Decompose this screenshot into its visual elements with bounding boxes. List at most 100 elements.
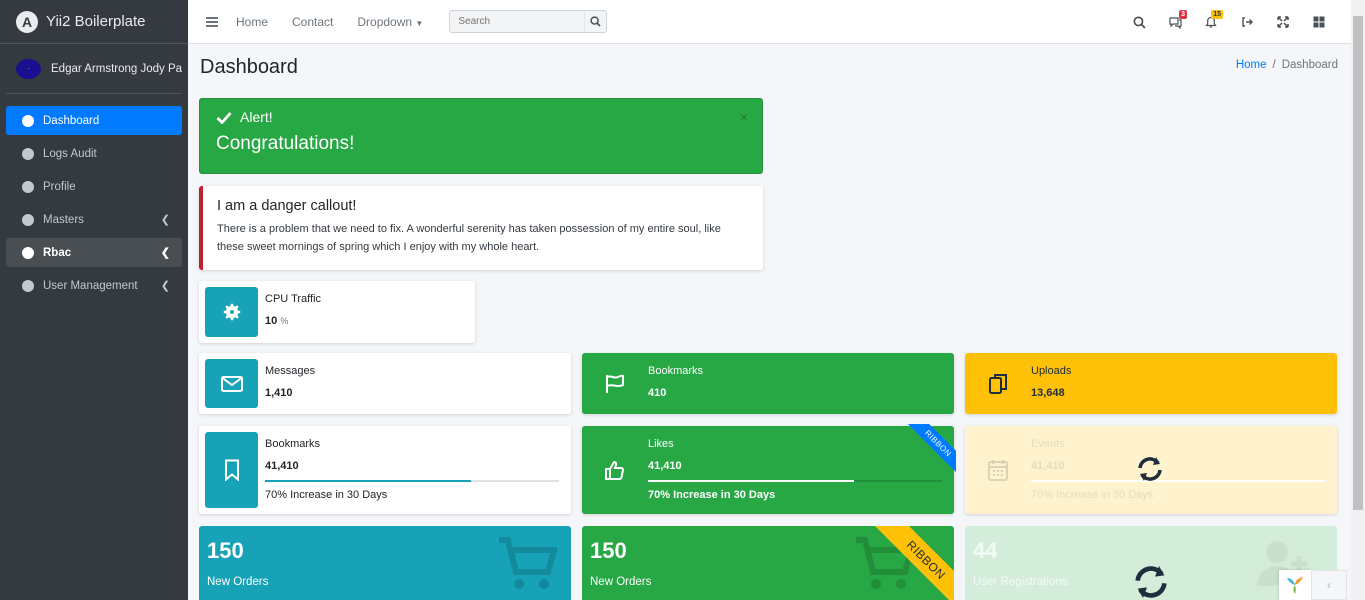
navbar-search-button[interactable] [1121,15,1157,29]
brand-logo-icon: A [16,10,38,33]
sidebar-item-label: Masters [43,213,84,226]
info-box-content: CPU Traffic 10 % [258,287,469,337]
callout-title: I am a danger callout! [217,198,357,214]
info-box-icon [205,359,258,408]
hamburger-menu-icon[interactable] [206,15,218,29]
breadcrumb-home-link[interactable]: Home [1236,59,1267,71]
success-alert: Alert! Congratulations! × [199,98,763,174]
sidebar-item-logs-audit[interactable]: Logs Audit [6,139,182,168]
check-icon [216,111,232,124]
logout-button[interactable] [1229,16,1265,28]
search-input[interactable] [450,16,585,27]
ribbon-label: RIBBON [875,526,954,600]
messages-button[interactable]: 3 [1157,9,1193,29]
info-box-number: 1,410 [265,387,293,399]
nav-link-home[interactable]: Home [236,15,268,29]
user-panel[interactable]: · Edgar Armstrong Jody Paris [6,44,182,94]
info-box-label: Likes [648,438,674,450]
info-box-number: 410 [648,387,667,399]
info-box-bookmarks-success: Bookmarks 410 [582,353,954,414]
info-box-content: Uploads 13,648 [1024,359,1331,408]
info-box-icon [588,359,641,408]
search-icon [1132,15,1146,29]
breadcrumb-current: Dashboard [1281,59,1338,71]
bookmark-icon [224,459,239,481]
chevron-left-icon: ❮ [160,280,170,292]
control-sidebar-button[interactable] [1301,16,1337,28]
notifications-button[interactable]: 15 [1193,9,1229,29]
yii-logo-icon [1287,577,1303,594]
info-box-number: 41,410 [1031,460,1065,472]
sidebar-item-label: Profile [43,180,76,193]
info-box-icon [588,432,641,508]
cpu-unit: % [280,316,289,326]
yii-debug-toolbar-logo[interactable] [1279,570,1311,600]
topbar: Home Contact Dropdown ▼ 3 15 [188,0,1351,44]
circle-icon [22,246,34,259]
loading-overlay [1131,564,1171,600]
flag-icon [605,374,624,393]
sidebar-item-dashboard[interactable]: Dashboard [6,106,182,135]
avatar: · [16,58,41,79]
fullscreen-button[interactable] [1265,16,1301,28]
info-box-icon [971,359,1024,408]
info-box-label: Bookmarks [648,365,704,377]
small-box-label: New Orders [590,576,652,588]
calendar-icon [987,460,1008,481]
small-box-label: New Orders [207,576,269,588]
search-button[interactable] [584,11,606,32]
progress-description: 70% Increase in 30 Days [265,489,388,501]
nav-dropdown-label: Dropdown [357,14,413,29]
progress-track [1031,480,1325,482]
alert-title: Alert! [240,109,273,125]
nav-dropdown[interactable]: Dropdown ▼ [357,15,423,29]
sidebar-item-label: Rbac [43,246,72,259]
sidebar: A Yii2 Boilerplate · Edgar Armstrong Jod… [0,0,188,600]
info-box-icon [971,432,1024,508]
info-box-likes: Likes 41,410 70% Increase in 30 Days RIB… [582,424,956,514]
nav-link-contact[interactable]: Contact [292,15,333,29]
progress-bar [1031,480,1237,482]
info-box-content: Bookmarks 41,410 70% Increase in 30 Days [258,432,565,508]
debug-toolbar-toggle[interactable]: ‹ [1311,570,1347,600]
callout-text: There is a problem that we need to fix. … [217,223,721,253]
breadcrumb: Home / Dashboard [1236,59,1338,71]
th-large-icon [1313,16,1325,28]
page-scrollbar[interactable] [1351,0,1365,600]
sidebar-item-label: Logs Audit [43,147,97,160]
info-box-number: 10 % [265,315,469,327]
sidebar-item-profile[interactable]: Profile [6,172,182,201]
info-box-number: 41,410 [648,460,682,472]
content-header: Dashboard Home / Dashboard [200,56,1338,79]
chevron-left-icon: ‹ [1327,578,1331,592]
ribbon-wrapper: RIBBON [874,526,954,600]
progress-track [265,480,559,482]
cpu-value: 10 [265,315,278,327]
user-name: Edgar Armstrong Jody Paris [51,62,182,75]
info-box-label: Uploads [1031,365,1072,377]
progress-track [648,480,942,482]
small-box-new-orders-ribbon: 150 New Orders RIBBON [582,526,954,600]
sidebar-item-masters[interactable]: Masters ❮ [6,205,182,234]
search-icon [590,16,602,27]
messages-badge: 3 [1179,9,1187,19]
alert-close-button[interactable]: × [740,109,748,125]
danger-callout: I am a danger callout! There is a proble… [199,186,763,270]
brand-link[interactable]: A Yii2 Boilerplate [0,0,188,44]
info-box-label: CPU Traffic [265,293,322,305]
progress-bar [648,480,854,482]
info-box-number: 13,648 [1031,387,1065,399]
small-box-number: 150 [590,538,627,563]
expand-arrows-icon [1277,16,1289,28]
page-title: Dashboard [200,56,298,78]
search-form [449,10,608,33]
info-box-label: Bookmarks [265,438,321,450]
info-box-content: Likes 41,410 70% Increase in 30 Days [641,432,948,508]
scrollbar-thumb[interactable] [1353,16,1363,510]
sidebar-item-rbac[interactable]: Rbac ❮ [6,238,182,267]
small-box-label: User Registrations [973,576,1068,588]
gear-icon [223,303,240,321]
sidebar-item-user-management[interactable]: User Management ❮ [6,271,182,300]
sync-icon [1135,566,1167,598]
small-box-number: 44 [973,538,998,563]
